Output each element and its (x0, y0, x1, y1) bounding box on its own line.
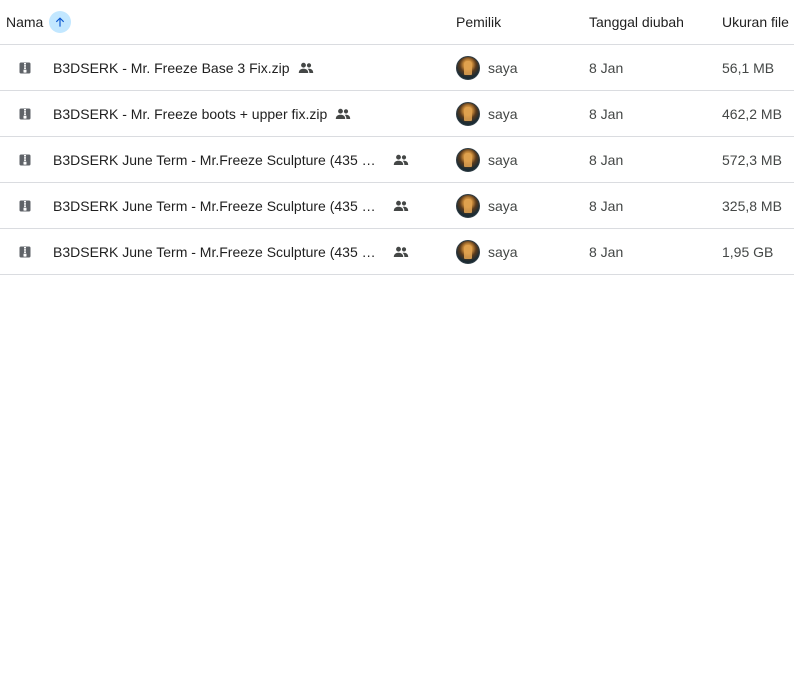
owner-name: saya (488, 197, 518, 214)
file-name-cell[interactable]: B3DSERK June Term - Mr.Freeze Sculpture … (53, 229, 433, 274)
zip-file-icon (19, 137, 33, 182)
zip-file-icon (19, 45, 33, 90)
owner-name: saya (488, 243, 518, 260)
file-row[interactable]: B3DSERK June Term - Mr.Freeze Sculpture … (0, 183, 794, 229)
owner-cell: saya (456, 229, 518, 274)
file-name-cell[interactable]: B3DSERK June Term - Mr.Freeze Sculpture … (53, 183, 433, 228)
file-name-cell[interactable]: B3DSERK - Mr. Freeze Base 3 Fix.zip (53, 45, 433, 90)
owner-name: saya (488, 105, 518, 122)
file-name[interactable]: B3DSERK June Term - Mr.Freeze Sculpture … (53, 152, 385, 168)
file-size: 462,2 MB (722, 105, 782, 122)
file-size: 1,95 GB (722, 243, 774, 260)
modified-date: 8 Jan (589, 243, 624, 260)
file-name[interactable]: B3DSERK June Term - Mr.Freeze Sculpture … (53, 198, 385, 214)
owner-name: saya (488, 59, 518, 76)
owner-name: saya (488, 151, 518, 168)
column-header-name[interactable]: Nama (6, 0, 72, 44)
file-row[interactable]: B3DSERK June Term - Mr.Freeze Sculpture … (0, 229, 794, 275)
file-name[interactable]: B3DSERK June Term - Mr.Freeze Sculpture … (53, 244, 385, 260)
owner-cell: saya (456, 137, 518, 182)
file-size: 572,3 MB (722, 151, 782, 168)
file-name-cell[interactable]: B3DSERK June Term - Mr.Freeze Sculpture … (53, 137, 433, 182)
column-header-name-label: Nama (6, 14, 44, 30)
people-icon (393, 200, 409, 212)
people-icon (393, 154, 409, 166)
modified-date: 8 Jan (589, 105, 624, 122)
file-row[interactable]: B3DSERK - Mr. Freeze boots + upper fix.z… (0, 91, 794, 137)
zip-file-icon (19, 229, 33, 274)
file-row[interactable]: B3DSERK - Mr. Freeze Base 3 Fix.zip saya… (0, 45, 794, 91)
column-header-owner[interactable]: Pemilik (456, 0, 501, 44)
owner-cell: saya (456, 183, 518, 228)
owner-avatar (456, 55, 480, 80)
people-icon (335, 108, 351, 120)
file-name-cell[interactable]: B3DSERK - Mr. Freeze boots + upper fix.z… (53, 91, 433, 136)
zip-file-icon (19, 183, 33, 228)
column-header-size[interactable]: Ukuran file (722, 0, 789, 44)
modified-date: 8 Jan (589, 59, 624, 76)
people-icon (393, 246, 409, 258)
owner-avatar (456, 147, 480, 172)
file-list-header: Nama Pemilik Tanggal diubah Ukuran file (0, 0, 794, 45)
file-row[interactable]: B3DSERK June Term - Mr.Freeze Sculpture … (0, 137, 794, 183)
modified-date: 8 Jan (589, 197, 624, 214)
file-list: Nama Pemilik Tanggal diubah Ukuran file … (0, 0, 794, 275)
sort-ascending-button[interactable] (49, 11, 72, 33)
owner-cell: saya (456, 91, 518, 136)
file-size: 56,1 MB (722, 59, 775, 76)
file-name[interactable]: B3DSERK - Mr. Freeze boots + upper fix.z… (53, 106, 327, 122)
zip-file-icon (19, 91, 33, 136)
owner-avatar (456, 193, 480, 218)
modified-date: 8 Jan (589, 151, 624, 168)
owner-avatar (456, 239, 480, 264)
file-name[interactable]: B3DSERK - Mr. Freeze Base 3 Fix.zip (53, 60, 290, 76)
arrow-up-icon (56, 17, 65, 27)
file-size: 325,8 MB (722, 197, 782, 214)
owner-cell: saya (456, 45, 518, 90)
column-header-modified[interactable]: Tanggal diubah (589, 0, 684, 44)
people-icon (298, 62, 314, 74)
owner-avatar (456, 101, 480, 126)
